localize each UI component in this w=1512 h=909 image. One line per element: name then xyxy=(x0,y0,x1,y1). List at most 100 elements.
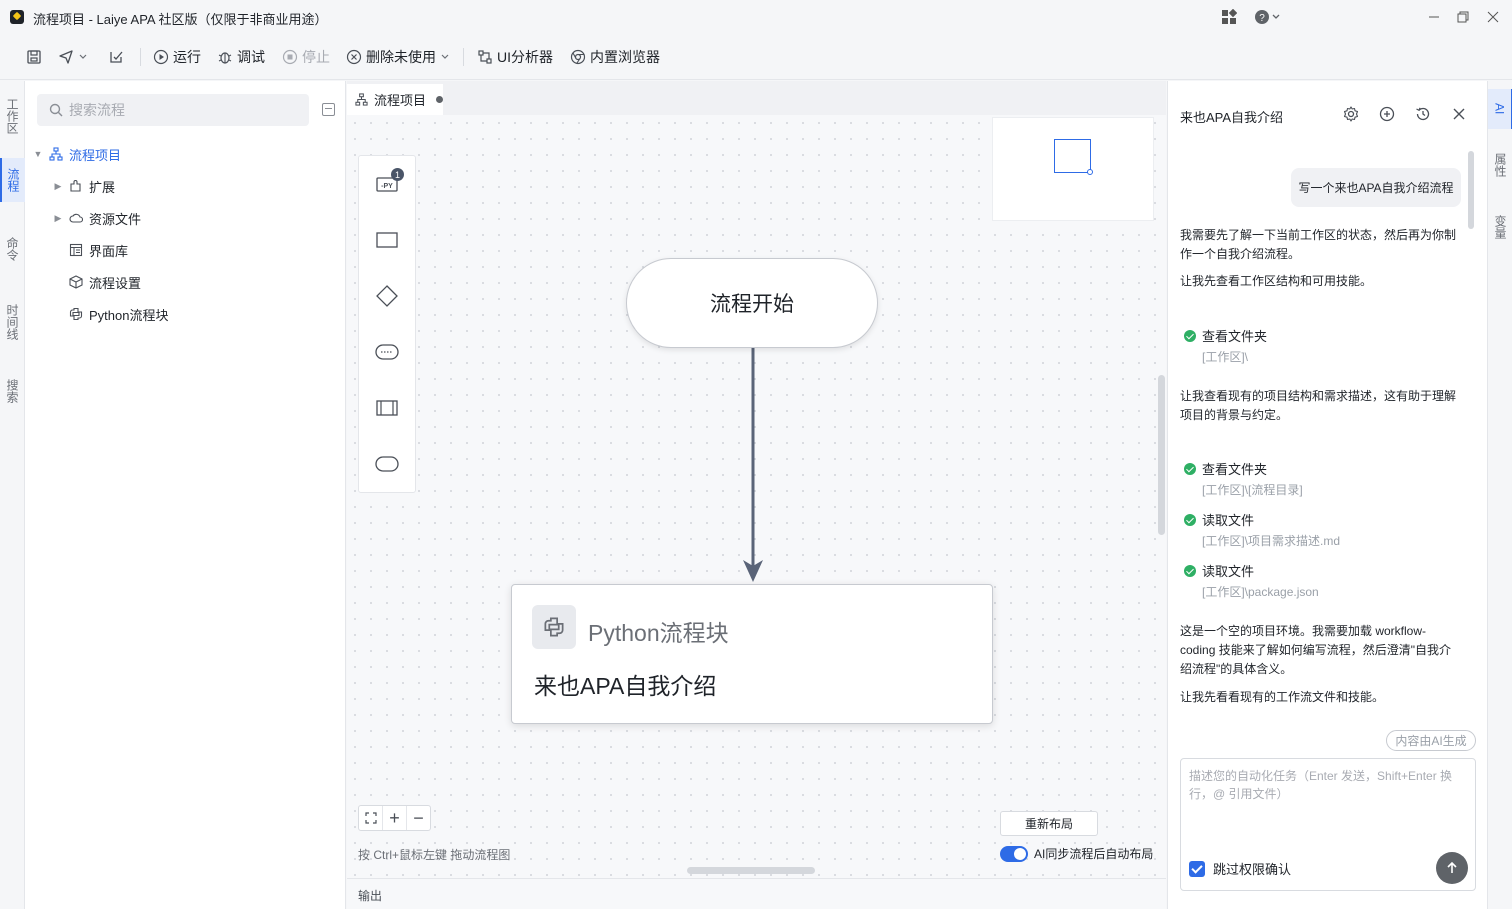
ai-generated-badge: 内容由AI生成 xyxy=(1386,730,1476,751)
run-label: 运行 xyxy=(173,49,201,65)
flow-canvas[interactable]: -PY 1 流程开始 Python流程块 来也APA自我介绍 + − 按 Ctr… xyxy=(347,115,1166,878)
relayout-button[interactable]: 重新布局 xyxy=(1000,811,1098,836)
tool-call-action: 查看文件夹 xyxy=(1202,462,1268,477)
skip-permission-label: 跳过权限确认 xyxy=(1213,862,1292,877)
skip-permission-row[interactable]: 跳过权限确认 xyxy=(1189,859,1291,878)
user-message: 写一个来也APA自我介绍流程 xyxy=(1291,168,1461,207)
caret-right-icon[interactable]: ▶ xyxy=(53,213,63,224)
apps-grid-icon[interactable] xyxy=(1220,8,1238,26)
tab-search[interactable]: 搜索 xyxy=(0,371,25,411)
publish-icon[interactable] xyxy=(58,47,88,67)
caret-right-icon[interactable]: ▶ xyxy=(53,181,63,192)
caret-down-icon[interactable]: ▼ xyxy=(33,149,43,159)
zoom-out-button[interactable]: − xyxy=(407,806,430,830)
save-icon[interactable] xyxy=(26,47,42,67)
help-menu-icon[interactable]: ? xyxy=(1252,8,1282,26)
python-block-node[interactable]: Python流程块 来也APA自我介绍 xyxy=(511,584,993,724)
tree-label: 扩展 xyxy=(89,179,116,195)
minimap-resize-handle[interactable] xyxy=(1087,169,1093,175)
tree-label: Python流程块 xyxy=(89,307,169,323)
tree-item-extension[interactable]: ▶ 扩展 xyxy=(53,176,115,196)
close-window-icon[interactable] xyxy=(1484,8,1502,26)
tab-ai[interactable]: AI xyxy=(1488,89,1512,129)
zoom-in-button[interactable]: + xyxy=(383,806,407,830)
success-check-icon xyxy=(1184,329,1196,342)
tree-item-python-block[interactable]: Python流程块 xyxy=(69,304,168,324)
arrow-up-icon xyxy=(1447,861,1457,873)
tool-call-item[interactable]: 查看文件夹 [工作区]\ xyxy=(1184,326,1267,365)
svg-text:-PY: -PY xyxy=(381,183,393,190)
tool-call-item[interactable]: 读取文件 [工作区]\项目需求描述.md xyxy=(1184,510,1340,549)
success-check-icon xyxy=(1184,564,1196,577)
history-icon[interactable] xyxy=(1414,105,1432,123)
collapse-all-icon[interactable] xyxy=(322,103,335,116)
delete-unused-button[interactable]: 删除未使用 xyxy=(346,47,450,67)
extension-icon xyxy=(70,180,81,192)
tree-item-flow-project[interactable]: ▼ 流程项目 xyxy=(33,144,121,164)
ui-analyzer-button[interactable]: UI分析器 xyxy=(477,47,553,67)
cloud-icon xyxy=(69,213,83,223)
send-button[interactable] xyxy=(1436,852,1468,884)
chevron-down-icon xyxy=(441,54,449,59)
tree-label: 流程项目 xyxy=(69,147,122,163)
edit-check-icon[interactable] xyxy=(108,47,124,67)
tool-call-path: [工作区]\ xyxy=(1202,350,1249,364)
window-title: 流程项目 - Laiye APA 社区版（仅限于非商业用途） xyxy=(33,12,328,27)
bug-icon xyxy=(218,52,232,64)
tab-properties[interactable]: 属性 xyxy=(1488,145,1512,185)
gear-icon[interactable] xyxy=(1342,105,1360,123)
python-icon xyxy=(532,605,576,649)
diamond-shape-icon[interactable] xyxy=(375,284,399,308)
tool-call-path: [工作区]\package.json xyxy=(1202,585,1319,599)
tab-variables[interactable]: 变量 xyxy=(1488,207,1512,247)
tab-timeline[interactable]: 时间线 xyxy=(0,297,25,347)
skip-permission-checkbox[interactable] xyxy=(1189,860,1205,877)
stop-label: 停止 xyxy=(302,49,330,65)
tab-flow-project[interactable]: 流程项目 xyxy=(347,84,443,115)
chat-title: 来也APA自我介绍 xyxy=(1180,110,1284,125)
left-side-tabs: 工作区 流程 命令 时间线 搜索 xyxy=(0,81,25,909)
vertical-scrollbar[interactable] xyxy=(1158,375,1165,535)
tab-flow[interactable]: 流程 xyxy=(0,158,25,202)
output-panel-bar[interactable]: 输出 xyxy=(347,878,1166,909)
chat-input[interactable] xyxy=(1189,767,1469,847)
ai-message: 这是一个空的项目环境。我需要加载 workflow-coding 技能来了解如何… xyxy=(1180,624,1451,676)
tool-call-item[interactable]: 读取文件 [工作区]\package.json xyxy=(1184,561,1319,600)
horizontal-scrollbar[interactable] xyxy=(687,867,815,874)
tool-call-path: [工作区]\[流程目录] xyxy=(1202,483,1303,497)
stop-button[interactable]: 停止 xyxy=(282,47,330,67)
tree-item-resource-files[interactable]: ▶ 资源文件 xyxy=(53,208,141,228)
document-tab-bar: 流程项目 xyxy=(347,81,1166,115)
subflow-shape-icon[interactable] xyxy=(375,396,399,420)
tree-item-ui-library[interactable]: 界面库 xyxy=(69,240,128,260)
new-chat-icon[interactable] xyxy=(1378,105,1396,123)
close-icon[interactable] xyxy=(1450,105,1468,123)
end-shape-icon[interactable] xyxy=(375,452,399,476)
app-logo-icon xyxy=(10,10,24,24)
start-node[interactable]: 流程开始 xyxy=(626,258,878,348)
rectangle-shape-icon[interactable] xyxy=(375,228,399,252)
tab-workspace[interactable]: 工作区 xyxy=(0,91,25,141)
auto-layout-toggle[interactable] xyxy=(1000,845,1028,862)
builtin-browser-button[interactable]: 内置浏览器 xyxy=(570,47,660,67)
tool-call-item[interactable]: 查看文件夹 [工作区]\[流程目录] xyxy=(1184,459,1303,498)
tree-item-flow-settings[interactable]: 流程设置 xyxy=(69,272,141,292)
canvas-minimap[interactable] xyxy=(992,117,1154,221)
run-button[interactable]: 运行 xyxy=(153,47,201,67)
drag-hint: 按 Ctrl+鼠标左键 拖动流程图 xyxy=(358,848,511,862)
restore-icon[interactable] xyxy=(1454,8,1472,26)
ai-message: 我需要先了解一下当前工作区的状态，然后再为你制作一个自我介绍流程。 xyxy=(1180,228,1457,261)
title-bar: 流程项目 - Laiye APA 社区版（仅限于非商业用途） ? xyxy=(0,0,1512,34)
minimize-icon[interactable] xyxy=(1425,8,1443,26)
loop-shape-icon[interactable] xyxy=(375,340,399,364)
flow-search-input[interactable]: 搜索流程 xyxy=(37,94,309,126)
output-label: 输出 xyxy=(358,889,383,903)
chat-input-box: 跳过权限确认 xyxy=(1180,758,1476,891)
debug-button[interactable]: 调试 xyxy=(217,47,265,67)
chat-scrollbar[interactable] xyxy=(1468,151,1474,229)
tool-call-action: 查看文件夹 xyxy=(1202,329,1268,344)
ui-analyzer-icon xyxy=(478,50,492,64)
tab-commands[interactable]: 命令 xyxy=(0,229,25,269)
minimap-viewport[interactable] xyxy=(1054,139,1091,173)
fit-view-button[interactable] xyxy=(359,806,383,830)
